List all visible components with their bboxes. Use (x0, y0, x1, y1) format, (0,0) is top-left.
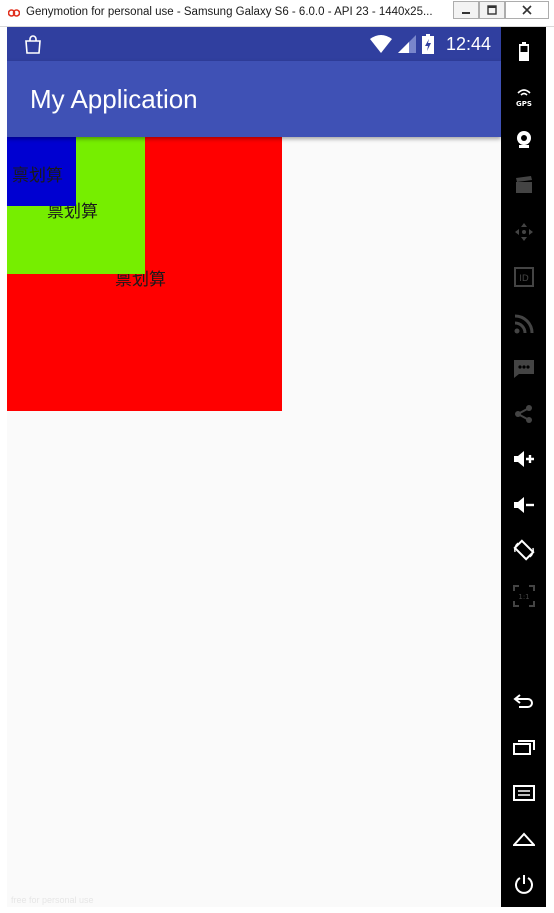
status-icons: 12:44 (369, 27, 491, 61)
menu-icon (512, 785, 535, 801)
volume-up-button[interactable] (501, 439, 546, 479)
svg-text:ID: ID (519, 274, 529, 284)
battery-button[interactable] (501, 32, 546, 72)
maximize-icon (487, 5, 497, 15)
window-right-border (546, 27, 554, 907)
screencast-button[interactable] (501, 165, 546, 205)
app-bar: My Application (7, 61, 501, 137)
minimize-icon (462, 12, 470, 14)
volume-up-icon (513, 451, 534, 467)
sms-icon (513, 360, 534, 378)
rotate-button[interactable] (501, 530, 546, 570)
gps-icon: GPS (516, 89, 532, 108)
content-area: 禀划算 禀划算 禀划算 (7, 137, 501, 907)
share-icon (514, 405, 532, 423)
svg-text:GPS: GPS (516, 100, 532, 108)
recent-apps-icon (512, 740, 535, 755)
back-icon (512, 694, 533, 708)
network-button[interactable] (501, 304, 546, 344)
rotate-icon (512, 539, 535, 561)
blue-box-label: 禀划算 (12, 166, 63, 186)
pixel-perfect-button[interactable]: 1:1 (501, 576, 546, 616)
home-button[interactable] (501, 819, 546, 859)
menu-button[interactable] (501, 773, 546, 813)
gps-button[interactable]: GPS (501, 77, 546, 117)
power-button[interactable] (501, 864, 546, 904)
pixel-perfect-icon: 1:1 (512, 585, 535, 607)
device-id-button[interactable]: ID (501, 257, 546, 297)
device-id-icon: ID (513, 267, 534, 287)
volume-down-button[interactable] (501, 485, 546, 525)
window-titlebar: Genymotion for personal use - Samsung Ga… (0, 0, 554, 27)
signal-icon (397, 35, 416, 53)
minimize-button[interactable] (453, 1, 479, 19)
network-icon (514, 314, 533, 334)
clock: 12:44 (445, 33, 491, 54)
screencast-icon (515, 176, 532, 193)
status-bar: 12:44 (7, 27, 501, 61)
genymotion-logo-icon (8, 9, 20, 17)
dpad-icon (514, 223, 533, 241)
window-title: Genymotion for personal use - Samsung Ga… (26, 6, 433, 18)
watermark: free for personal use (11, 895, 94, 905)
app-title: My Application (30, 84, 198, 114)
wifi-icon (369, 35, 392, 53)
window-left-border (0, 27, 7, 907)
maximize-button[interactable] (479, 1, 505, 19)
recent-apps-button[interactable] (501, 727, 546, 767)
webcam-icon (516, 131, 531, 148)
power-icon (514, 875, 533, 894)
close-icon (522, 5, 532, 15)
webcam-button[interactable] (501, 120, 546, 160)
shopping-bag-icon (25, 35, 41, 54)
dpad-button[interactable] (501, 212, 546, 252)
sms-button[interactable] (501, 349, 546, 389)
svg-text:1:1: 1:1 (518, 593, 529, 601)
back-button[interactable] (501, 681, 546, 721)
volume-down-icon (513, 497, 534, 513)
battery-charging-icon (421, 34, 434, 54)
window-bottom-border (0, 907, 554, 913)
blue-box: 禀划算 (7, 137, 76, 206)
device-screen[interactable]: 12:44 My Application 禀划算 禀划算 禀划算 free fo… (7, 27, 501, 907)
home-icon (512, 832, 535, 846)
close-button[interactable] (505, 1, 549, 19)
genymotion-sidebar: GPS ID 1:1 (501, 27, 546, 907)
battery-icon (518, 42, 529, 61)
share-button[interactable] (501, 394, 546, 434)
